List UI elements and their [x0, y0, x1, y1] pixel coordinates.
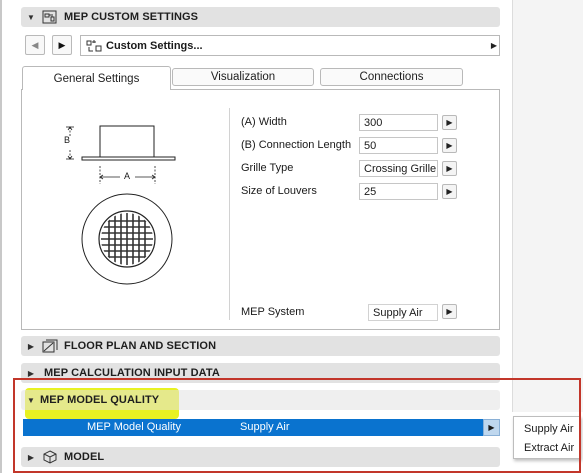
- param-label-connection-length: (B) Connection Length: [241, 139, 352, 151]
- tab-label: Visualization: [210, 71, 276, 83]
- mep-system-label: MEP System: [241, 306, 305, 318]
- param-label-grille-type: Grille Type: [241, 162, 294, 174]
- section-label: MEP CUSTOM SETTINGS: [64, 11, 199, 23]
- width-field[interactable]: 300: [359, 114, 438, 131]
- grille-type-link-button[interactable]: ▶: [442, 161, 457, 176]
- favorites-label: Custom Settings...: [106, 39, 203, 52]
- chevron-left-icon: ◀: [31, 39, 39, 50]
- tab-label: Connections: [359, 71, 424, 83]
- preview-drawing: [66, 125, 176, 285]
- annotation-box: [13, 378, 581, 473]
- mep-system-link-button[interactable]: ▶: [442, 304, 457, 319]
- section-header-custom-settings[interactable]: ▼ MEP CUSTOM SETTINGS: [21, 7, 500, 27]
- grille-type-select[interactable]: Crossing Grille: [359, 160, 438, 177]
- dimension-label-a: A: [124, 171, 131, 181]
- arrow-right-icon: ▶: [446, 141, 453, 150]
- param-label-size-of-louvers: Size of Louvers: [241, 185, 317, 197]
- favorites-selector[interactable]: Custom Settings... ▶: [80, 35, 500, 56]
- previous-button[interactable]: ◀: [25, 35, 45, 55]
- connection-length-field[interactable]: 50: [359, 137, 438, 154]
- panel-right-strip: [512, 0, 583, 412]
- expand-triangle-icon: ▶: [27, 368, 35, 378]
- arrow-right-icon: ▶: [446, 187, 453, 196]
- size-of-louvers-link-button[interactable]: ▶: [442, 184, 457, 199]
- divider: [229, 108, 230, 320]
- arrow-right-icon: ▶: [446, 307, 453, 316]
- expand-triangle-icon: ▶: [27, 341, 35, 351]
- tab-label: General Settings: [53, 72, 140, 85]
- tab-general-settings[interactable]: General Settings: [22, 66, 171, 90]
- arrow-right-icon: ▶: [446, 118, 453, 127]
- next-button[interactable]: ▶: [52, 35, 72, 55]
- connection-length-link-button[interactable]: ▶: [442, 138, 457, 153]
- tab-connections[interactable]: Connections: [320, 68, 463, 86]
- mep-object-icon: [86, 39, 102, 53]
- size-of-louvers-field[interactable]: 25: [359, 183, 438, 200]
- width-link-button[interactable]: ▶: [442, 115, 457, 130]
- mep-settings-icon: [42, 10, 58, 24]
- mep-system-select[interactable]: Supply Air: [368, 304, 438, 321]
- panel-left-edge: [0, 0, 2, 473]
- floor-plan-icon: [42, 339, 58, 353]
- section-header-floor-plan[interactable]: ▶ FLOOR PLAN AND SECTION: [21, 336, 500, 356]
- collapse-triangle-icon: ▼: [27, 12, 35, 22]
- arrow-right-icon: ▶: [446, 164, 453, 173]
- chevron-right-icon: ▶: [58, 39, 66, 50]
- tab-visualization[interactable]: Visualization: [172, 68, 314, 86]
- section-label: FLOOR PLAN AND SECTION: [64, 340, 217, 352]
- chevron-right-icon: ▶: [490, 41, 497, 50]
- dimension-label-b: B: [64, 135, 71, 145]
- param-label-width: (A) Width: [241, 116, 287, 128]
